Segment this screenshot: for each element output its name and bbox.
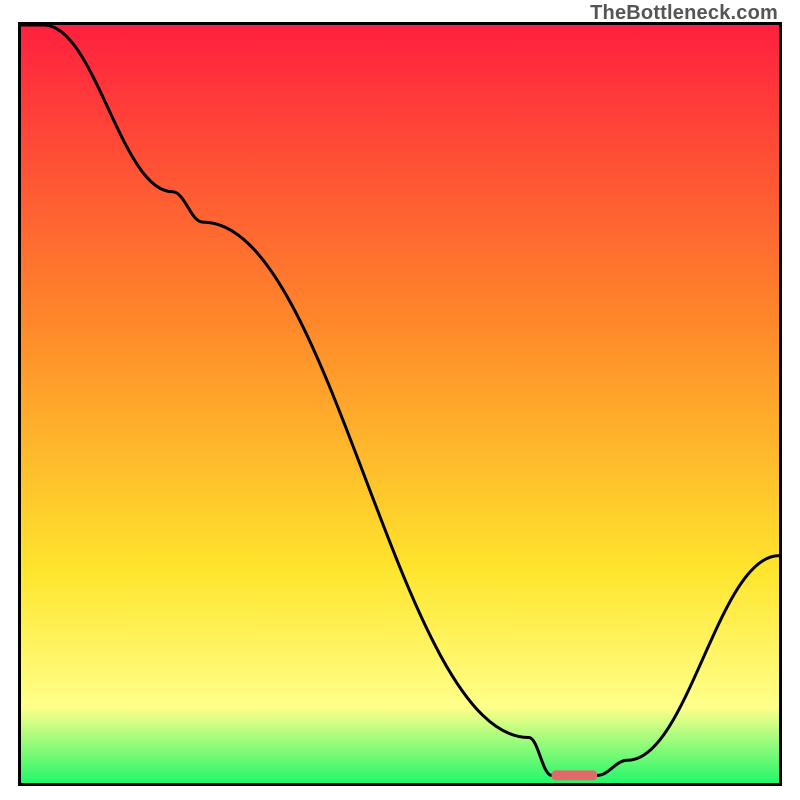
gradient-background — [21, 25, 779, 783]
optimal-marker — [552, 770, 598, 780]
plot-frame — [18, 22, 782, 786]
plot-svg — [21, 25, 779, 783]
watermark-text: TheBottleneck.com — [590, 2, 778, 25]
